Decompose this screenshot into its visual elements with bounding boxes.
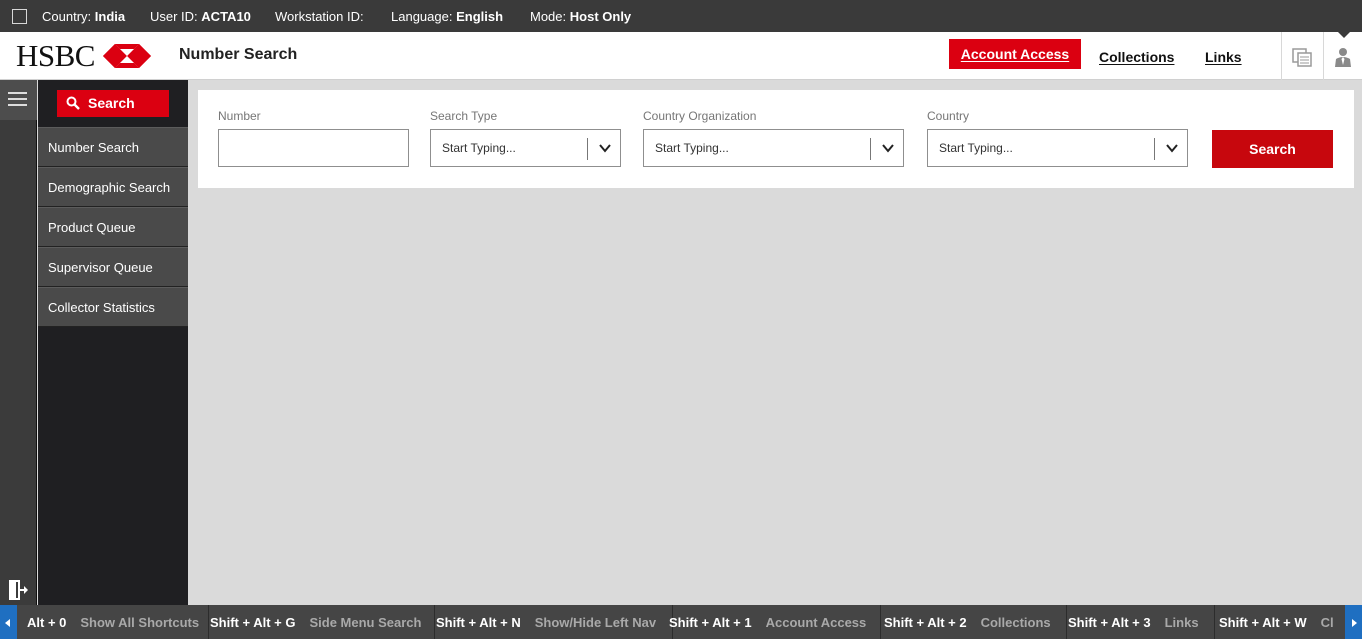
- workstation-info: Workstation ID:: [275, 9, 364, 24]
- select-divider: [1154, 138, 1155, 160]
- menu-caret-icon: [1338, 32, 1350, 38]
- hamburger-menu-icon[interactable]: [0, 80, 37, 120]
- search-icon: [66, 96, 80, 110]
- shortcut-key: Shift + Alt + G: [210, 615, 296, 630]
- shortcut-divider: [880, 605, 881, 639]
- shortcut-desc: Links: [1164, 615, 1199, 630]
- header-divider: [1281, 32, 1282, 80]
- search-type-label: Search Type: [430, 109, 498, 123]
- chevron-down-icon[interactable]: [1165, 141, 1179, 155]
- select-divider: [870, 138, 871, 160]
- number-label: Number: [218, 109, 261, 123]
- shortcut-collections[interactable]: Shift + Alt + 2 Collections: [884, 605, 1051, 639]
- shortcut-key: Shift + Alt + 2: [884, 615, 967, 630]
- country-org-select[interactable]: Start Typing...: [643, 129, 904, 167]
- mode-info: Mode: Host Only: [530, 9, 631, 24]
- language-value: English: [456, 9, 504, 24]
- status-bar: Country: India User ID: ACTA10 Workstati…: [0, 0, 1362, 32]
- side-search-button[interactable]: Search: [57, 90, 169, 117]
- left-rail: [0, 80, 37, 605]
- shortcut-show-all[interactable]: Alt + 0 Show All Shortcuts: [27, 605, 199, 639]
- shortcut-desc: Show All Shortcuts: [80, 615, 200, 630]
- number-input[interactable]: [218, 129, 409, 167]
- chevron-down-icon[interactable]: [598, 141, 612, 155]
- mode-value: Host Only: [569, 9, 632, 24]
- sidebar-item-label: Number Search: [48, 140, 140, 155]
- logout-icon[interactable]: [7, 579, 29, 601]
- shortcut-toggle-left-nav[interactable]: Shift + Alt + N Show/Hide Left Nav: [436, 605, 656, 639]
- header-divider: [1323, 32, 1324, 80]
- scroll-right-arrow-icon[interactable]: [1345, 605, 1362, 639]
- scroll-left-arrow-icon[interactable]: [0, 605, 17, 639]
- user-label: User ID:: [150, 9, 198, 24]
- logo-text: HSBC: [16, 38, 95, 73]
- select-checkbox[interactable]: [12, 9, 27, 24]
- shortcuts-bar: Alt + 0 Show All Shortcuts Shift + Alt + …: [0, 605, 1362, 639]
- shortcut-key: Shift + Alt + 1: [669, 615, 752, 630]
- shortcut-key: Shift + Alt + W: [1219, 615, 1307, 630]
- country-value: India: [94, 9, 126, 24]
- sidebar-item-supervisor-queue[interactable]: Supervisor Queue: [38, 247, 188, 287]
- side-search-label: Search: [88, 95, 135, 111]
- shortcut-key: Alt + 0: [27, 615, 67, 630]
- sidebar-item-product-queue[interactable]: Product Queue: [38, 207, 188, 247]
- country-select[interactable]: Start Typing...: [927, 129, 1188, 167]
- country-label: Country: [927, 109, 970, 123]
- copy-windows-icon[interactable]: [1291, 46, 1313, 68]
- shortcut-divider: [1066, 605, 1067, 639]
- shortcut-key: Shift + Alt + N: [436, 615, 521, 630]
- shortcut-divider: [1214, 605, 1215, 639]
- user-profile-icon[interactable]: [1332, 46, 1354, 68]
- country-placeholder: Start Typing...: [939, 141, 1013, 155]
- side-menu: Search Number Search Demographic Search …: [38, 80, 188, 605]
- sidebar-item-collector-statistics[interactable]: Collector Statistics: [38, 287, 188, 327]
- select-divider: [587, 138, 588, 160]
- sidebar-item-label: Demographic Search: [48, 180, 171, 195]
- language-label: Language:: [391, 9, 453, 24]
- hsbc-logo[interactable]: HSBC: [16, 38, 151, 73]
- user-value: ACTA10: [201, 9, 251, 24]
- shortcut-desc: Show/Hide Left Nav: [534, 615, 657, 630]
- shortcut-key: Shift + Alt + 3: [1068, 615, 1151, 630]
- country-info: Country: India: [42, 9, 125, 24]
- page-title: Number Search: [179, 46, 298, 63]
- shortcut-desc: Collections: [980, 615, 1051, 630]
- collections-link[interactable]: Collections: [1099, 49, 1174, 65]
- shortcut-desc: Account Access: [765, 615, 867, 630]
- sidebar-item-label: Collector Statistics: [48, 300, 155, 315]
- sidebar-item-label: Product Queue: [48, 220, 136, 235]
- hexagon-logo-icon: [102, 44, 151, 68]
- search-type-select[interactable]: Start Typing...: [430, 129, 621, 167]
- sidebar-item-number-search[interactable]: Number Search: [38, 127, 188, 167]
- search-type-placeholder: Start Typing...: [442, 141, 516, 155]
- user-info: User ID: ACTA10: [150, 9, 251, 24]
- search-panel: Number Search Type Start Typing... Count…: [198, 90, 1354, 188]
- shortcut-side-menu-search[interactable]: Shift + Alt + G Side Menu Search: [210, 605, 421, 639]
- sidebar-item-label: Supervisor Queue: [48, 260, 153, 275]
- links-link[interactable]: Links: [1205, 49, 1242, 65]
- country-label: Country:: [42, 9, 92, 24]
- shortcut-account-access[interactable]: Shift + Alt + 1 Account Access: [669, 605, 866, 639]
- sidebar-item-demographic-search[interactable]: Demographic Search: [38, 167, 188, 207]
- shortcut-desc: Cl: [1320, 615, 1334, 630]
- account-access-button[interactable]: Account Access: [949, 39, 1081, 69]
- search-button[interactable]: Search: [1212, 130, 1333, 168]
- shortcut-divider: [208, 605, 209, 639]
- shortcut-desc: Side Menu Search: [309, 615, 422, 630]
- country-org-placeholder: Start Typing...: [655, 141, 729, 155]
- shortcut-divider: [434, 605, 435, 639]
- shortcut-links[interactable]: Shift + Alt + 3 Links: [1068, 605, 1199, 639]
- mode-label: Mode:: [530, 9, 567, 24]
- language-info: Language: English: [391, 9, 503, 24]
- country-org-label: Country Organization: [643, 109, 757, 123]
- workstation-label: Workstation ID:: [275, 9, 364, 24]
- shortcut-close[interactable]: Shift + Alt + W Cl: [1219, 605, 1334, 639]
- chevron-down-icon[interactable]: [881, 141, 895, 155]
- app-header: HSBC Number Search Account Access Collec…: [0, 32, 1362, 80]
